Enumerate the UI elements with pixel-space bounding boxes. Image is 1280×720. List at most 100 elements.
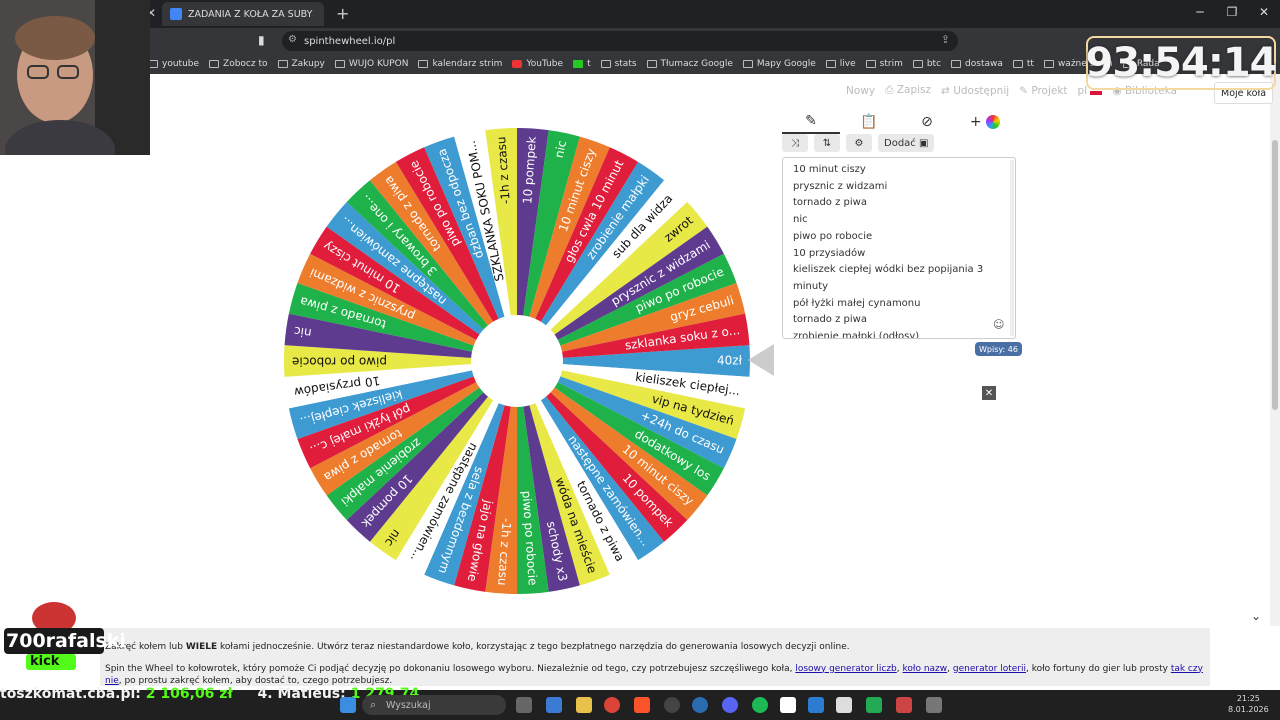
- folder-icon: [334, 60, 345, 68]
- file-explorer-icon[interactable]: [576, 697, 592, 713]
- start-icon[interactable]: [340, 697, 356, 713]
- bookmark-item[interactable]: strim: [865, 59, 903, 69]
- brave-icon[interactable]: [634, 697, 650, 713]
- bookmark-label: Mapy Google: [756, 59, 816, 69]
- chrome-icon[interactable]: [604, 697, 620, 713]
- editor-toolbar: ✎ 📋 ⊘ +: [782, 110, 1016, 134]
- link-lottery[interactable]: generator loterii: [953, 664, 1026, 674]
- add-image-button[interactable]: Dodać ▣: [878, 134, 935, 152]
- bookmark-item[interactable]: Zakupy: [277, 59, 325, 69]
- site-info-icon[interactable]: ⚙: [288, 34, 297, 45]
- chevron-down-icon[interactable]: ⌄: [1251, 609, 1261, 623]
- bookmark-icon[interactable]: ▮: [258, 33, 265, 47]
- folder-icon: [209, 60, 220, 68]
- task-view-icon[interactable]: [516, 697, 532, 713]
- shuffle-icon: ⤨: [791, 137, 799, 149]
- app-icon-3[interactable]: [866, 697, 882, 713]
- info-text: Spin the Wheel to kołowrotek, który pomo…: [105, 663, 796, 674]
- menu-share[interactable]: ⇄ Udostępnij: [941, 85, 1009, 97]
- bookmark-item[interactable]: dostawa: [951, 59, 1003, 69]
- obs-icon[interactable]: [780, 697, 796, 713]
- folder-icon: [573, 60, 584, 68]
- bookmark-item[interactable]: Tłumacz Google: [646, 59, 733, 69]
- url-field[interactable]: ⚙ spinthewheel.io/pl ⇪: [282, 31, 958, 51]
- scrollbar-thumb[interactable]: [1272, 140, 1278, 410]
- bookmark-item[interactable]: Mapy Google: [742, 59, 816, 69]
- kick-label: kick: [30, 654, 60, 669]
- wheel-segment-label: piwo po robocie: [292, 355, 387, 369]
- share-icon[interactable]: ⇪: [941, 33, 950, 46]
- info-section: Zakręć kołem lub WIELE kołami jednocześn…: [100, 628, 1210, 686]
- search-icon: ⌕: [370, 698, 377, 711]
- bookmark-item[interactable]: btc: [912, 59, 942, 69]
- close-ad-icon[interactable]: ✕: [982, 386, 996, 400]
- link-name-wheel[interactable]: koło nazw: [903, 664, 948, 674]
- menu-share-label: Udostępnij: [953, 84, 1010, 97]
- folder-icon: [418, 60, 429, 68]
- app-icon[interactable]: [692, 697, 708, 713]
- image-icon: ▣: [918, 137, 929, 149]
- entry-line: kieliszek ciepłej wódki bez popijania 3: [793, 264, 984, 276]
- bookmark-item[interactable]: live: [825, 59, 856, 69]
- entry-line: minuty: [793, 280, 829, 292]
- kick-logo: 700rafalski kick: [0, 598, 126, 672]
- browser-tab-bar: ✕ ZADANIA Z KOŁA ZA SUBY - Dokum + ─ ❐ ✕: [0, 0, 1280, 28]
- bookmark-label: Zobocz to: [223, 59, 268, 69]
- bookmark-item[interactable]: youtube: [148, 59, 199, 69]
- folder-icon: [742, 60, 753, 68]
- results-tab[interactable]: 📋: [840, 114, 898, 130]
- shuffle-button[interactable]: ⤨: [782, 134, 808, 152]
- spin-wheel[interactable]: 40zł kieliszek ciepłej... vip na tydzień +2…: [282, 126, 752, 596]
- info-bold: WIELE: [185, 642, 218, 652]
- wheel-segment-label: 40zł: [717, 354, 743, 368]
- add-wheel-tab[interactable]: +: [956, 114, 1014, 130]
- close-window-icon[interactable]: ✕: [1254, 5, 1274, 19]
- entries-textarea[interactable]: 10 minut ciszy prysznic z widzami tornad…: [782, 157, 1016, 339]
- steam-icon[interactable]: [664, 697, 680, 713]
- discord-icon[interactable]: [722, 697, 738, 713]
- wheel-graphic[interactable]: 40złkieliszek ciepłej...vip na tydzień+2…: [282, 126, 752, 596]
- app-icon-5[interactable]: [926, 697, 942, 713]
- entry-line: piwo po robocie: [793, 230, 873, 242]
- bookmark-label: YouTube: [526, 59, 564, 69]
- minimize-icon[interactable]: ─: [1190, 5, 1210, 19]
- hide-tab[interactable]: ⊘: [898, 114, 956, 130]
- entry-line: pół łyżki małej cynamonu: [793, 297, 921, 309]
- docs-icon: [170, 8, 182, 20]
- folder-icon: [1043, 60, 1054, 68]
- entries-scrollbar[interactable]: [1010, 160, 1014, 336]
- bookmark-item[interactable]: kalendarz strim: [418, 59, 502, 69]
- sort-button[interactable]: ⇅: [814, 134, 840, 152]
- taskbar-clock[interactable]: 21:25 8.01.2026: [1228, 693, 1269, 715]
- bookmark-item[interactable]: YouTube: [512, 59, 563, 69]
- menu-project[interactable]: ✎ Projekt: [1019, 85, 1067, 97]
- browser-tab[interactable]: ZADANIA Z KOŁA ZA SUBY - Dokum: [162, 2, 324, 26]
- spotify-icon[interactable]: [752, 697, 768, 713]
- bookmark-item[interactable]: stats: [600, 59, 637, 69]
- settings-button[interactable]: ⚙: [846, 134, 872, 152]
- app-icon-4[interactable]: [896, 697, 912, 713]
- folder-icon: [277, 60, 288, 68]
- bookmark-item[interactable]: tt: [1012, 59, 1034, 69]
- bookmark-item[interactable]: Zobocz to: [209, 59, 268, 69]
- clock-time: 21:25: [1236, 694, 1260, 703]
- bookmark-item[interactable]: t: [573, 59, 591, 69]
- gear-icon: ⚙: [854, 137, 864, 149]
- app-icon-2[interactable]: [836, 697, 852, 713]
- add-image-label: Dodać: [884, 137, 916, 149]
- bookmark-label: btc: [926, 59, 942, 69]
- edit-entries-tab[interactable]: ✎: [782, 110, 840, 134]
- vscode-icon[interactable]: [808, 697, 824, 713]
- info-text: kołami jednocześnie. Utwórz teraz niesta…: [217, 642, 850, 652]
- maximize-icon[interactable]: ❐: [1222, 5, 1242, 19]
- emoji-icon[interactable]: ☺: [993, 318, 1004, 331]
- menu-new[interactable]: Nowy: [846, 85, 875, 97]
- bookmark-item[interactable]: WUJO KUPON: [334, 59, 408, 69]
- photos-icon[interactable]: [546, 697, 562, 713]
- link-random-number[interactable]: losowy generator liczb: [795, 664, 896, 674]
- menu-save[interactable]: ⎙ Zapisz: [885, 84, 931, 97]
- new-tab-button[interactable]: +: [336, 4, 349, 23]
- wheel-center[interactable]: [471, 315, 563, 407]
- menu-save-label: Zapisz: [896, 84, 932, 96]
- taskbar-search[interactable]: ⌕ Wyszukaj: [362, 695, 506, 715]
